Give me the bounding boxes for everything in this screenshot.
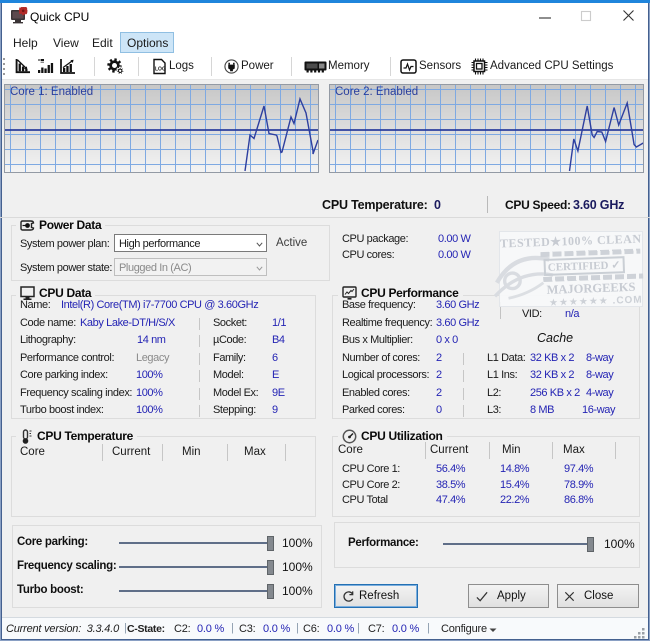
svg-text:LOG: LOG — [155, 67, 166, 73]
